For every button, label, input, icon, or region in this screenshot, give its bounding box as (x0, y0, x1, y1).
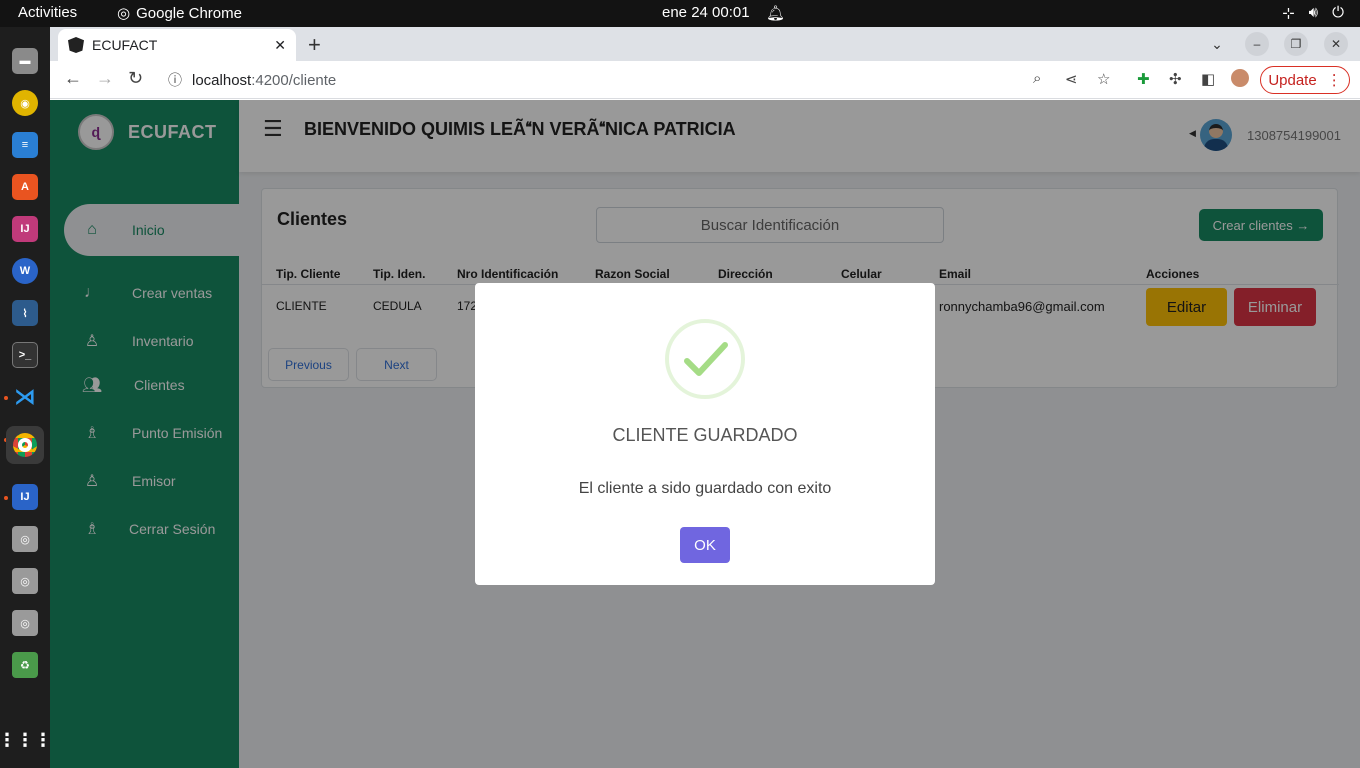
writer-icon[interactable]: ≡ (12, 132, 38, 158)
bookmark-star-icon[interactable]: ☆ (1097, 70, 1110, 88)
angular-favicon-icon (68, 37, 84, 53)
success-check-icon (665, 319, 745, 399)
show-apps-icon[interactable]: ⋮⋮⋮ (0, 727, 52, 753)
browser-tab[interactable]: ECUFACT ✕ (58, 29, 296, 61)
profile-avatar[interactable] (1231, 69, 1249, 87)
browser-toolbar: ← → ↻ ⓘ localhost:4200/cliente ⌕ ⋖ ☆ ✚ ✣… (50, 61, 1360, 99)
chrome-icon[interactable] (6, 426, 44, 464)
update-label: Update (1268, 71, 1317, 89)
volume-icon: 🔊︎ (1308, 4, 1319, 21)
tab-search-icon[interactable]: ⌄ (1205, 32, 1229, 56)
minimize-button[interactable]: – (1245, 32, 1269, 56)
app-name: Google Chrome (136, 4, 242, 22)
trash-icon[interactable]: ♻ (12, 652, 38, 678)
tab-title: ECUFACT (92, 37, 158, 53)
files-icon[interactable]: ▬ (12, 48, 38, 74)
page-viewport: ɖ ECUFACT ⌂ Inicio ♩ Crear ventas ♙ Inve… (50, 100, 1360, 768)
activities-button[interactable]: Activities (18, 4, 77, 21)
webstorm-icon[interactable]: W (12, 258, 38, 284)
dialog-title: CLIENTE GUARDADO (612, 425, 798, 445)
modal-backdrop[interactable]: CLIENTE GUARDADO El cliente a sido guard… (50, 100, 1360, 768)
system-top-bar: Activities ◎ Google Chrome ene 24 00:01 … (0, 0, 1360, 27)
tab-strip: ECUFACT ✕ + ⌄ – ❐ ✕ (50, 27, 1360, 61)
disk-icon[interactable]: ◎ (12, 526, 38, 552)
share-icon[interactable]: ⋖ (1065, 70, 1078, 88)
disk-icon[interactable]: ◎ (12, 610, 38, 636)
terminal-icon[interactable]: >_ (12, 342, 38, 368)
network-icon: ⊹ (1282, 5, 1295, 22)
extension-plus-icon[interactable]: ✚ (1137, 70, 1150, 88)
forward-icon[interactable]: → (96, 68, 114, 89)
browser-window: ECUFACT ✕ + ⌄ – ❐ ✕ ← → ↻ ⓘ localhost:42… (50, 27, 1360, 768)
app-menu[interactable]: ◎ Google Chrome (117, 4, 242, 23)
dock: ▬ ◉ ≡ A IJ W ⌇ >_ ⋊ IJ ◎ ◎ ◎ ♻ ⋮⋮⋮ (0, 27, 52, 768)
mysql-workbench-icon[interactable]: ⌇ (12, 300, 38, 326)
side-panel-icon[interactable]: ◧ (1201, 70, 1215, 88)
clock[interactable]: ene 24 00:01 (662, 4, 750, 21)
power-icon: ⏻ (1332, 4, 1344, 21)
more-menu-icon: ⋮ (1326, 72, 1342, 89)
new-tab-button[interactable]: + (308, 32, 321, 58)
app-center-icon[interactable]: A (12, 174, 38, 200)
vscode-icon[interactable]: ⋊ (12, 384, 38, 410)
extensions-puzzle-icon[interactable]: ✣ (1169, 70, 1182, 88)
url-host: localhost (192, 71, 252, 89)
notification-bell-icon[interactable]: 🔔︎ (766, 4, 785, 22)
system-tray[interactable]: ⊹ 🔊︎ ⏻ (1282, 4, 1344, 22)
ok-button[interactable]: OK (680, 527, 730, 563)
url-path: :4200/cliente (251, 71, 337, 89)
maximize-button[interactable]: ❐ (1284, 32, 1308, 56)
intellij-icon[interactable]: IJ (12, 216, 38, 242)
site-info-icon[interactable]: ⓘ (168, 70, 182, 90)
tab-close-icon[interactable]: ✕ (274, 37, 286, 54)
disk-icon[interactable]: ◎ (12, 568, 38, 594)
update-button[interactable]: Update ⋮ (1260, 66, 1350, 94)
close-window-button[interactable]: ✕ (1324, 32, 1348, 56)
chrome-small-icon: ◎ (117, 5, 131, 22)
reload-icon[interactable]: ↻ (128, 68, 143, 89)
dialog-message: El cliente a sido guardado con exito (578, 480, 832, 497)
success-dialog: CLIENTE GUARDADO El cliente a sido guard… (475, 283, 935, 585)
zoom-icon[interactable]: ⌕ (1033, 70, 1041, 87)
back-icon[interactable]: ← (64, 68, 82, 89)
intellij-alt-icon[interactable]: IJ (12, 484, 38, 510)
rhythmbox-icon[interactable]: ◉ (12, 90, 38, 116)
